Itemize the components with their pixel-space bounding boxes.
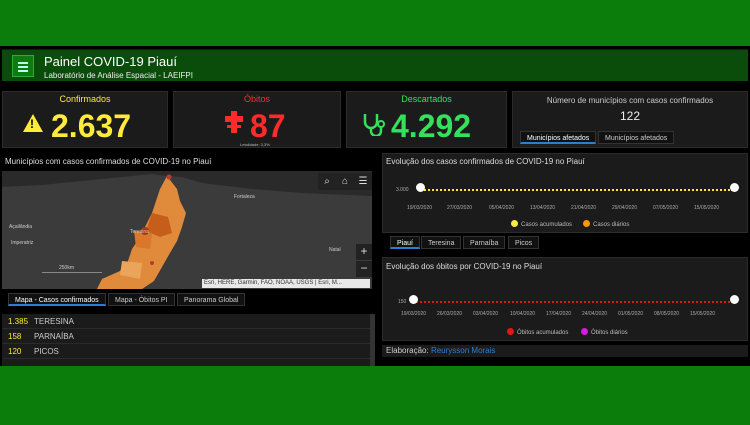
chart-obitos-title: Evolução dos óbitos por COVID-19 no Piau… <box>386 262 543 271</box>
legend-dot-orange-icon <box>583 220 590 227</box>
obitos-label: Óbitos <box>243 94 270 104</box>
tab-piaui[interactable]: Piauí <box>390 236 420 249</box>
tab-teresina[interactable]: Teresina <box>421 236 462 249</box>
map-label-fortaleza: Fortaleza <box>234 194 255 200</box>
list-item-name: TERESINA <box>34 317 75 326</box>
page-subtitle: Laboratório de Análise Espacial - LAEIFP… <box>44 71 193 80</box>
municipios-value: 122 <box>619 109 641 123</box>
list-item-name: PARNAÍBA <box>34 332 74 341</box>
chart-casos-line <box>421 189 733 191</box>
chart-obitos-x-tick: 15/05/2020 <box>690 311 716 317</box>
card-descartados: Descartados 4.292 <box>346 91 507 148</box>
hospital-icon <box>225 111 243 133</box>
descartados-value: 4.292 <box>391 108 472 144</box>
chart-obitos-x-tick: 03/04/2020 <box>473 311 499 317</box>
tab-panorama-global[interactable]: Panorama Global <box>177 293 246 306</box>
tab-parnaiba[interactable]: Parnaíba <box>463 236 506 249</box>
map-scale-label: 250km <box>59 265 75 271</box>
page-title: Painel COVID-19 Piauí <box>44 54 177 69</box>
chart-casos-legend-acumulados[interactable]: Casos acumulados <box>511 220 572 228</box>
chart-casos-y-tick: 3.000 <box>396 187 409 193</box>
list-item[interactable]: 120 PICOS <box>2 344 370 359</box>
chart-casos-start-handle[interactable] <box>416 183 425 192</box>
chart-obitos-line <box>413 301 733 303</box>
zoom-out-button[interactable]: − <box>356 261 372 277</box>
municipios-label: Número de municípios com casos confirmad… <box>546 96 714 105</box>
dashboard-header: Painel COVID-19 Piauí Laboratório de Aná… <box>2 49 748 81</box>
confirmados-label: Confirmados <box>59 94 111 104</box>
chart-casos-x-tick: 21/04/2020 <box>571 205 597 211</box>
chart-casos-x-tick: 27/03/2020 <box>447 205 473 211</box>
chart-casos-x-tick: 15/05/2020 <box>694 205 720 211</box>
legend-dot-magenta-icon <box>581 328 588 335</box>
chart-obitos-y-tick: 150 <box>398 299 407 305</box>
municipios-list[interactable]: 1.385 TERESINA 158 PARNAÍBA 120 PICOS <box>2 314 372 366</box>
legend-dot-red-icon <box>507 328 514 335</box>
map-scale-bar <box>42 272 102 273</box>
chart-casos-x-tick: 29/04/2020 <box>612 205 638 211</box>
warning-icon <box>23 114 43 132</box>
map-label-imperatriz: Imperatriz <box>11 240 34 246</box>
map-label-teresina: Teresina <box>130 229 149 235</box>
tab-municipios-afetados-1[interactable]: Municípios afetados <box>520 131 597 144</box>
map-attribution[interactable]: Esri, HERE, Garmin, FAO, NOAA, USGS | Es… <box>202 279 370 288</box>
chart-obitos-x-tick: 01/05/2020 <box>618 311 644 317</box>
list-item-count: 120 <box>8 347 22 356</box>
chart-obitos-x-tick: 17/04/2020 <box>546 311 572 317</box>
chart-casos-title: Evolução dos casos confirmados de COVID-… <box>386 157 585 166</box>
chart-casos-card: Evolução dos casos confirmados de COVID-… <box>382 153 748 233</box>
list-icon[interactable]: ☰ <box>354 173 372 190</box>
chart-obitos-start-handle[interactable] <box>409 295 418 304</box>
tab-municipios-afetados-2[interactable]: Municípios afetados <box>598 131 675 144</box>
chart-casos-x-tick: 19/03/2020 <box>407 205 433 211</box>
list-item[interactable]: 158 PARNAÍBA <box>2 329 370 344</box>
chart-obitos-x-tick: 26/03/2020 <box>437 311 463 317</box>
chart-obitos-card: Evolução dos óbitos por COVID-19 no Piau… <box>382 257 748 341</box>
tab-mapa-casos[interactable]: Mapa - Casos confirmados <box>8 293 106 306</box>
chart-obitos-legend-diarios[interactable]: Óbitos diários <box>581 328 628 336</box>
credits-label: Elaboração: <box>386 346 429 355</box>
legend-dot-yellow-icon <box>511 220 518 227</box>
list-item[interactable]: 1.385 TERESINA <box>2 314 370 329</box>
letalidade-note: Letalidade: 3,3% <box>240 142 270 147</box>
map-label-natal: Natal <box>329 247 341 253</box>
map-title: Municípios com casos confirmados de COVI… <box>5 157 212 166</box>
home-icon[interactable]: ⌂ <box>336 173 354 190</box>
list-item-name: PICOS <box>34 347 59 356</box>
chart-obitos-x-tick: 24/04/2020 <box>582 311 608 317</box>
chart-obitos-x-tick: 08/05/2020 <box>654 311 680 317</box>
laeifpi-logo-icon <box>12 55 34 77</box>
map-view[interactable]: Fortaleza Açailândia Imperatriz Teresina… <box>2 171 372 289</box>
card-confirmados: Confirmados 2.637 <box>2 91 168 148</box>
chart-obitos-end-handle[interactable] <box>730 295 739 304</box>
zoom-in-button[interactable]: + <box>356 244 372 260</box>
card-obitos: Óbitos 87 Letalidade: 3,3% <box>173 91 341 148</box>
credits-author-link[interactable]: Reurysson Morais <box>431 346 495 355</box>
tab-picos[interactable]: Picos <box>508 236 540 249</box>
chart-casos-x-tick: 07/05/2020 <box>653 205 679 211</box>
search-icon[interactable]: ⌕ <box>318 173 336 190</box>
credits-bar: Elaboração: Reurysson Morais <box>382 345 748 357</box>
chart-casos-end-handle[interactable] <box>730 183 739 192</box>
obitos-value: 87 <box>250 108 286 144</box>
chart-casos-x-tick: 05/04/2020 <box>489 205 515 211</box>
tab-mapa-obitos[interactable]: Mapa - Óbitos PI <box>108 293 175 306</box>
stethoscope-icon <box>363 114 385 136</box>
chart-obitos-x-tick: 10/04/2020 <box>510 311 536 317</box>
chart-casos-x-tick: 13/04/2020 <box>530 205 556 211</box>
dashboard-frame: Painel COVID-19 Piauí Laboratório de Aná… <box>0 46 750 366</box>
confirmados-value: 2.637 <box>51 108 132 144</box>
chart-obitos-legend-acumulados[interactable]: Óbitos acumulados <box>507 328 568 336</box>
chart-casos-legend-diarios[interactable]: Casos diários <box>583 220 629 228</box>
descartados-label: Descartados <box>401 94 452 104</box>
map-label-acailandia: Açailândia <box>9 224 33 230</box>
list-item-count: 1.385 <box>8 317 29 326</box>
list-scrollbar[interactable] <box>370 314 375 366</box>
list-item-count: 158 <box>8 332 22 341</box>
chart-obitos-x-tick: 19/03/2020 <box>401 311 427 317</box>
